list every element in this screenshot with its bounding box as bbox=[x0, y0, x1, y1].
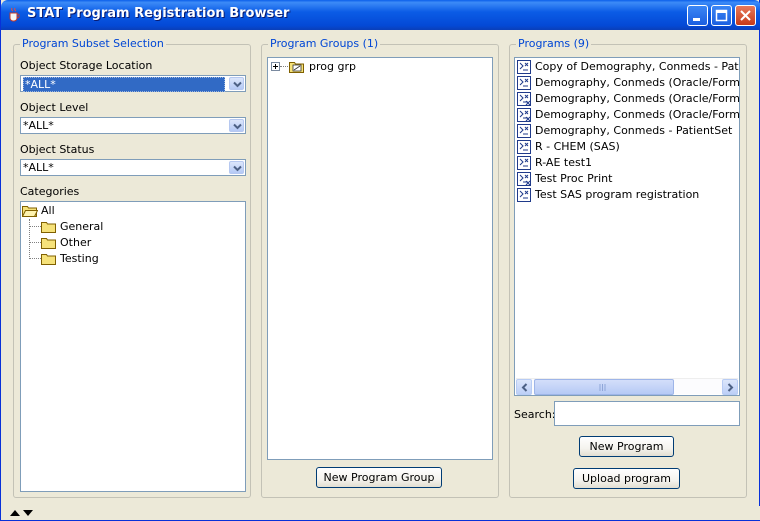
tree-node-all[interactable]: All bbox=[22, 203, 82, 219]
new-program-group-button[interactable]: New Program Group bbox=[316, 467, 442, 488]
storage-location-select[interactable]: *ALL* bbox=[20, 75, 246, 92]
program-list-item[interactable]: R-AE test1 bbox=[517, 155, 739, 171]
programs-list[interactable]: Copy of Demography, Conmeds - PatientSet… bbox=[514, 57, 740, 396]
tree-node-label: Other bbox=[60, 236, 92, 249]
chevron-down-icon bbox=[233, 165, 242, 172]
object-status-value: *ALL* bbox=[23, 161, 54, 174]
tree-node-prog-grp[interactable]: prog grp bbox=[271, 59, 391, 75]
program-icon bbox=[517, 76, 531, 90]
program-list-item[interactable]: Demography, Conmeds (Oracle/Formats) - v… bbox=[517, 75, 740, 91]
program-groups-tree[interactable]: prog grp bbox=[267, 57, 493, 460]
tree-connector bbox=[29, 219, 30, 259]
program-group-folder-icon bbox=[289, 62, 304, 73]
folder-icon bbox=[41, 238, 56, 249]
program-list-item[interactable]: Copy of Demography, Conmeds - PatientSet bbox=[517, 59, 739, 75]
tree-connector bbox=[29, 258, 41, 259]
scroll-left-button[interactable] bbox=[516, 379, 532, 395]
program-pending-icon bbox=[517, 92, 531, 106]
minimize-button[interactable] bbox=[687, 5, 708, 26]
groups-panel-title: Program Groups (1) bbox=[268, 37, 381, 50]
storage-dropdown-button[interactable] bbox=[229, 77, 244, 90]
program-name: R - CHEM (SAS) bbox=[535, 140, 620, 153]
bottom-split-bar bbox=[1, 506, 760, 520]
tree-node-label: All bbox=[41, 204, 55, 217]
maximize-button[interactable] bbox=[711, 5, 732, 26]
tree-node-label: prog grp bbox=[309, 60, 356, 73]
object-level-label: Object Level bbox=[20, 101, 89, 114]
grip-icon bbox=[599, 384, 606, 391]
program-list-item[interactable]: R - CHEM (SAS) bbox=[517, 139, 739, 155]
program-icon bbox=[517, 124, 531, 138]
program-name: Test SAS program registration bbox=[535, 188, 700, 201]
program-name: Demography, Conmeds (Oracle/Formats) - v… bbox=[535, 108, 740, 121]
chevron-right-icon bbox=[727, 383, 734, 392]
search-input[interactable] bbox=[554, 401, 740, 426]
program-list-item[interactable]: Test Proc Print bbox=[517, 171, 739, 187]
close-icon bbox=[740, 10, 751, 21]
tree-node-testing[interactable]: Testing bbox=[41, 251, 121, 267]
program-icon bbox=[517, 140, 531, 154]
program-name: Demography, Conmeds - PatientSet bbox=[535, 124, 733, 137]
categories-tree[interactable]: All General Other Testing bbox=[20, 201, 246, 492]
program-name: Copy of Demography, Conmeds - PatientSet bbox=[535, 60, 739, 73]
folder-open-icon bbox=[22, 206, 38, 217]
program-list-item[interactable]: Demography, Conmeds (Oracle/Formats) - v… bbox=[517, 91, 740, 107]
chevron-down-icon bbox=[233, 123, 242, 130]
program-icon bbox=[517, 188, 531, 202]
subset-panel-title: Program Subset Selection bbox=[20, 37, 166, 50]
program-name: Demography, Conmeds (Oracle/Formats) - v… bbox=[535, 76, 740, 89]
tree-node-label: Testing bbox=[60, 252, 99, 265]
upload-program-button[interactable]: Upload program bbox=[573, 468, 680, 489]
folder-icon bbox=[41, 222, 56, 233]
program-pending-icon bbox=[517, 172, 531, 186]
storage-location-value: *ALL* bbox=[23, 77, 225, 92]
program-list-item[interactable]: Demography, Conmeds (Oracle/Formats) - v… bbox=[517, 107, 740, 123]
program-pending-icon bbox=[517, 108, 531, 122]
program-icon bbox=[517, 156, 531, 170]
object-level-select[interactable]: *ALL* bbox=[20, 117, 246, 134]
scroll-right-button[interactable] bbox=[722, 379, 738, 395]
program-icon bbox=[517, 60, 531, 74]
tree-connector bbox=[29, 242, 41, 243]
programs-panel-title: Programs (9) bbox=[516, 37, 592, 50]
close-button[interactable] bbox=[735, 5, 756, 26]
chevron-down-icon bbox=[233, 81, 242, 88]
program-list-item[interactable]: Test SAS program registration bbox=[517, 187, 739, 203]
window-title: STAT Program Registration Browser bbox=[27, 6, 290, 21]
programs-horizontal-scrollbar[interactable] bbox=[516, 378, 738, 395]
object-status-label: Object Status bbox=[20, 143, 95, 156]
search-label: Search: bbox=[514, 408, 556, 421]
tree-node-general[interactable]: General bbox=[41, 219, 121, 235]
storage-location-label: Object Storage Location bbox=[20, 59, 153, 72]
chevron-left-icon bbox=[521, 383, 528, 392]
tree-connector bbox=[29, 226, 41, 227]
split-arrows-icon[interactable] bbox=[9, 509, 35, 517]
new-program-button[interactable]: New Program bbox=[579, 436, 674, 457]
expand-icon[interactable] bbox=[271, 62, 280, 71]
program-list-item[interactable]: Demography, Conmeds - PatientSet bbox=[517, 123, 739, 139]
object-level-value: *ALL* bbox=[23, 119, 54, 132]
maximize-icon bbox=[715, 9, 728, 22]
program-name: Demography, Conmeds (Oracle/Formats) - v… bbox=[535, 92, 740, 105]
java-cup-icon bbox=[9, 7, 20, 22]
folder-icon bbox=[41, 254, 56, 265]
tree-connector bbox=[280, 66, 288, 67]
level-dropdown-button[interactable] bbox=[229, 119, 244, 132]
title-bar[interactable]: STAT Program Registration Browser bbox=[1, 0, 760, 30]
scroll-thumb[interactable] bbox=[534, 379, 674, 395]
tree-node-label: General bbox=[60, 220, 104, 233]
program-name: Test Proc Print bbox=[535, 172, 613, 185]
tree-node-other[interactable]: Other bbox=[41, 235, 121, 251]
object-status-select[interactable]: *ALL* bbox=[20, 159, 246, 176]
minimize-icon bbox=[693, 18, 700, 21]
categories-label: Categories bbox=[20, 185, 80, 198]
main-window: STAT Program Registration Browser Progra… bbox=[0, 0, 760, 521]
program-name: R-AE test1 bbox=[535, 156, 593, 169]
status-dropdown-button[interactable] bbox=[229, 161, 244, 174]
